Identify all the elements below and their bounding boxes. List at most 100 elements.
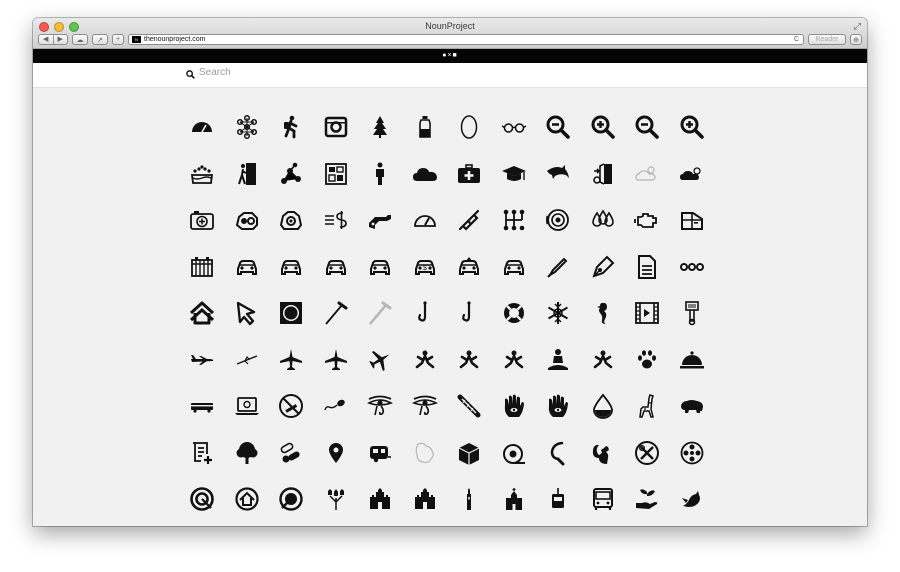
icon-tile[interactable] — [180, 337, 225, 384]
icon-tile[interactable] — [447, 104, 492, 151]
icon-tile[interactable] — [269, 244, 314, 291]
icon-tile[interactable] — [625, 383, 670, 430]
icon-tile[interactable] — [447, 197, 492, 244]
icon-tile[interactable] — [269, 197, 314, 244]
icon-tile[interactable] — [225, 244, 270, 291]
search-input[interactable] — [199, 67, 499, 78]
icon-tile[interactable] — [625, 430, 670, 477]
icon-tile[interactable] — [581, 430, 626, 477]
fullscreen-icon[interactable]: ⤢ — [854, 21, 861, 32]
icon-tile[interactable] — [269, 104, 314, 151]
icon-tile[interactable] — [403, 476, 448, 523]
icon-tile[interactable] — [269, 151, 314, 198]
icon-tile[interactable] — [625, 290, 670, 337]
icon-tile[interactable] — [180, 290, 225, 337]
icon-tile[interactable] — [358, 151, 403, 198]
icon-tile[interactable] — [225, 430, 270, 477]
icloud-tabs-button[interactable]: ☁ — [72, 34, 88, 45]
icon-tile[interactable] — [314, 151, 359, 198]
icon-tile[interactable] — [358, 383, 403, 430]
icon-tile[interactable] — [403, 104, 448, 151]
icon-tile[interactable] — [447, 290, 492, 337]
back-button[interactable]: ◀ — [39, 35, 53, 44]
icon-tile[interactable] — [670, 290, 715, 337]
icon-tile[interactable] — [492, 383, 537, 430]
forward-button[interactable]: ▶ — [52, 35, 68, 44]
icon-tile[interactable] — [492, 104, 537, 151]
icon-tile[interactable] — [358, 337, 403, 384]
icon-tile[interactable] — [581, 197, 626, 244]
icon-tile[interactable] — [625, 197, 670, 244]
icon-tile[interactable] — [447, 383, 492, 430]
icon-tile[interactable] — [180, 197, 225, 244]
icon-tile[interactable] — [314, 244, 359, 291]
icon-tile[interactable]: $ — [403, 244, 448, 291]
icon-tile[interactable] — [536, 197, 581, 244]
icon-tile[interactable] — [314, 104, 359, 151]
icon-tile[interactable] — [670, 244, 715, 291]
downloads-button[interactable]: ⊕ — [850, 34, 862, 45]
icon-tile[interactable] — [625, 151, 670, 198]
icon-tile[interactable] — [358, 104, 403, 151]
icon-tile[interactable] — [403, 430, 448, 477]
icon-tile[interactable] — [581, 244, 626, 291]
icon-tile[interactable] — [269, 383, 314, 430]
reload-button[interactable]: C — [794, 35, 799, 44]
icon-tile[interactable] — [447, 151, 492, 198]
icon-tile[interactable] — [670, 337, 715, 384]
icon-tile[interactable] — [625, 337, 670, 384]
icon-tile[interactable] — [447, 244, 492, 291]
icon-tile[interactable] — [492, 290, 537, 337]
icon-tile[interactable] — [670, 151, 715, 198]
address-bar[interactable]: N thenounproject.com C — [128, 34, 804, 45]
icon-tile[interactable] — [536, 290, 581, 337]
icon-tile[interactable] — [314, 337, 359, 384]
icon-tile[interactable] — [403, 197, 448, 244]
icon-tile[interactable] — [536, 104, 581, 151]
icon-tile[interactable] — [492, 197, 537, 244]
icon-tile[interactable] — [492, 430, 537, 477]
icon-tile[interactable] — [180, 151, 225, 198]
icon-tile[interactable] — [625, 476, 670, 523]
icon-tile[interactable] — [403, 151, 448, 198]
icon-tile[interactable] — [670, 476, 715, 523]
icon-tile[interactable] — [314, 383, 359, 430]
icon-tile[interactable] — [358, 244, 403, 291]
icon-tile[interactable] — [180, 383, 225, 430]
icon-tile[interactable] — [581, 476, 626, 523]
icon-tile[interactable] — [670, 383, 715, 430]
site-nav-toggle[interactable]: ●×■ — [442, 52, 458, 59]
icon-tile[interactable] — [536, 244, 581, 291]
icon-tile[interactable] — [492, 244, 537, 291]
icon-tile[interactable] — [358, 290, 403, 337]
icon-tile[interactable] — [358, 197, 403, 244]
icon-tile[interactable] — [670, 197, 715, 244]
icon-tile[interactable] — [403, 383, 448, 430]
icon-tile[interactable] — [225, 104, 270, 151]
icon-tile[interactable] — [225, 383, 270, 430]
icon-tile[interactable] — [180, 430, 225, 477]
reader-button[interactable]: Reader — [808, 34, 846, 45]
new-tab-button[interactable]: + — [112, 34, 124, 45]
icon-tile[interactable] — [536, 476, 581, 523]
icon-tile[interactable] — [581, 290, 626, 337]
icon-tile[interactable] — [581, 151, 626, 198]
icon-tile[interactable] — [358, 476, 403, 523]
icon-tile[interactable] — [581, 104, 626, 151]
icon-tile[interactable] — [269, 337, 314, 384]
icon-tile[interactable] — [447, 430, 492, 477]
icon-tile[interactable] — [536, 337, 581, 384]
icon-tile[interactable] — [225, 151, 270, 198]
icon-tile[interactable] — [314, 290, 359, 337]
icon-tile[interactable] — [314, 476, 359, 523]
icon-tile[interactable] — [180, 476, 225, 523]
icon-tile[interactable] — [536, 151, 581, 198]
icon-tile[interactable] — [625, 244, 670, 291]
icon-tile[interactable] — [492, 476, 537, 523]
icon-tile[interactable] — [314, 197, 359, 244]
icon-tile[interactable] — [269, 476, 314, 523]
icon-tile[interactable] — [492, 151, 537, 198]
icon-tile[interactable] — [403, 337, 448, 384]
icon-tile[interactable] — [492, 337, 537, 384]
icon-tile[interactable] — [670, 430, 715, 477]
